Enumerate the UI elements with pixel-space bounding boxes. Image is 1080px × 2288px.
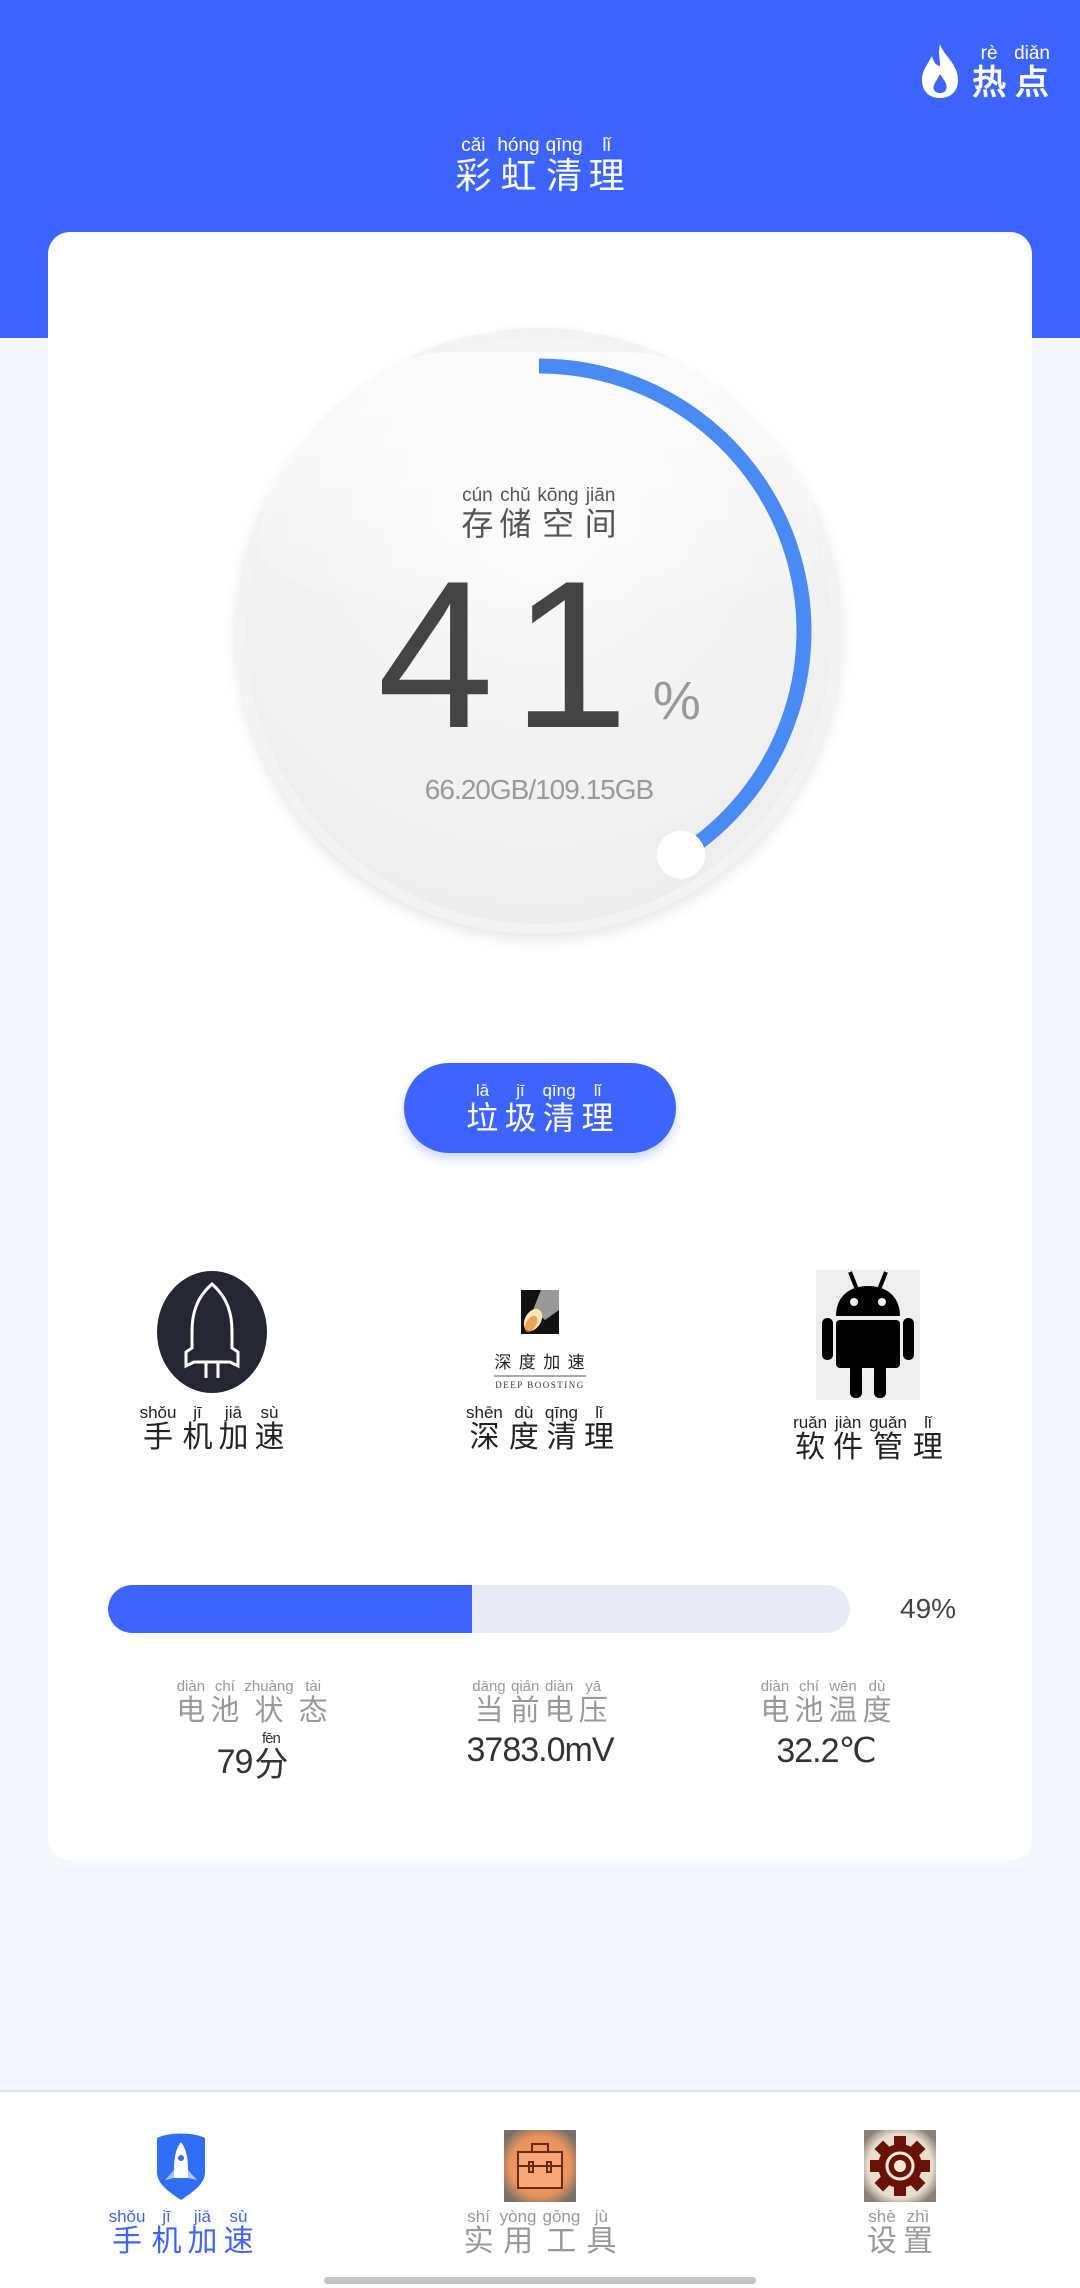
- battery-health-stat: diàn 电 chí 池 zhuàng 状 tài 态 79 fēn 分: [176, 1678, 328, 1784]
- storage-used-total: 66.20GB/109.15GB: [424, 774, 654, 805]
- battery-level-fill: [108, 1585, 472, 1633]
- feature-phone-boost[interactable]: shǒu 手 jī 机 jiā 加 sù 速: [120, 1270, 304, 1453]
- home-indicator[interactable]: [324, 2277, 756, 2284]
- deep-boosting-logo-text: 深 度 加 速: [494, 1348, 586, 1377]
- toolbox-icon: [504, 2130, 576, 2202]
- feature-software-manager[interactable]: ruǎn 软 jiàn 件 guǎn 管 lǐ 理: [776, 1270, 960, 1463]
- nav-tab-utilities[interactable]: shí 实 yòng 用 gōng 工 jù 具: [460, 2130, 620, 2257]
- storage-percent: 41%: [236, 550, 842, 760]
- battery-temperature-stat: diàn 电 chí 池 wēn 温 dù 度 32.2℃: [696, 1676, 956, 1771]
- battery-health-value: 79: [216, 1743, 254, 1781]
- app-title-word: cǎi 彩 hóng 虹 qīng 清 lǐ 理: [455, 135, 625, 197]
- storage-percent-sign: %: [652, 671, 701, 731]
- bottom-nav: shǒu 手 jī 机 jiā 加 sù 速 shí 实 yòng 用 gōng 工 jù 具: [0, 2090, 1080, 2288]
- storage-percent-number: 41: [377, 537, 647, 772]
- deep-boosting-icon: 深 度 加 速 DEEP BOOSTING: [494, 1290, 586, 1394]
- storage-gauge: cún 存 chǔ 储 kōng 空 jiān 间 41% 66.20GB/109.15…: [236, 328, 842, 938]
- nav-tab-settings[interactable]: shè 设 zhì 置: [840, 2130, 960, 2257]
- storage-label: cún 存 chǔ 储 kōng 空 jiān 间: [461, 485, 617, 543]
- flame-icon: [922, 44, 959, 98]
- rocket-shield-icon: [157, 2133, 205, 2200]
- battery-level-text: 49%: [900, 1593, 957, 1624]
- battery-voltage-value: 3783.0mV: [466, 1731, 615, 1769]
- battery-voltage-stat: dāng 当 qián 前 diàn 电 yā 压 3783.0mV: [410, 1676, 670, 1770]
- deep-boosting-logo-sub: DEEP BOOSTING: [495, 1380, 585, 1390]
- android-icon: [816, 1270, 920, 1400]
- deep-boosting-rocket-icon: [521, 1290, 559, 1334]
- gear-icon: [864, 2130, 936, 2202]
- battery-level-bar: [108, 1585, 850, 1633]
- rocket-icon: [157, 1271, 267, 1393]
- gauge-knob[interactable]: [656, 830, 705, 879]
- feature-deep-clean[interactable]: 深 度 加 速 DEEP BOOSTING shēn 深 dù 度 qīng 清 lǐ…: [450, 1290, 630, 1453]
- battery-temperature-value: 32.2℃: [776, 1732, 876, 1770]
- nav-tab-phone-boost[interactable]: shǒu 手 jī 机 jiā 加 sù 速: [96, 2130, 266, 2257]
- junk-clean-button[interactable]: lā 垃 jī 圾 qīng 清 lǐ 理: [404, 1063, 676, 1153]
- hot-button[interactable]: rè 热 diǎn 点: [918, 42, 1050, 100]
- app-title: cǎi 彩 hóng 虹 qīng 清 lǐ 理: [0, 136, 1080, 195]
